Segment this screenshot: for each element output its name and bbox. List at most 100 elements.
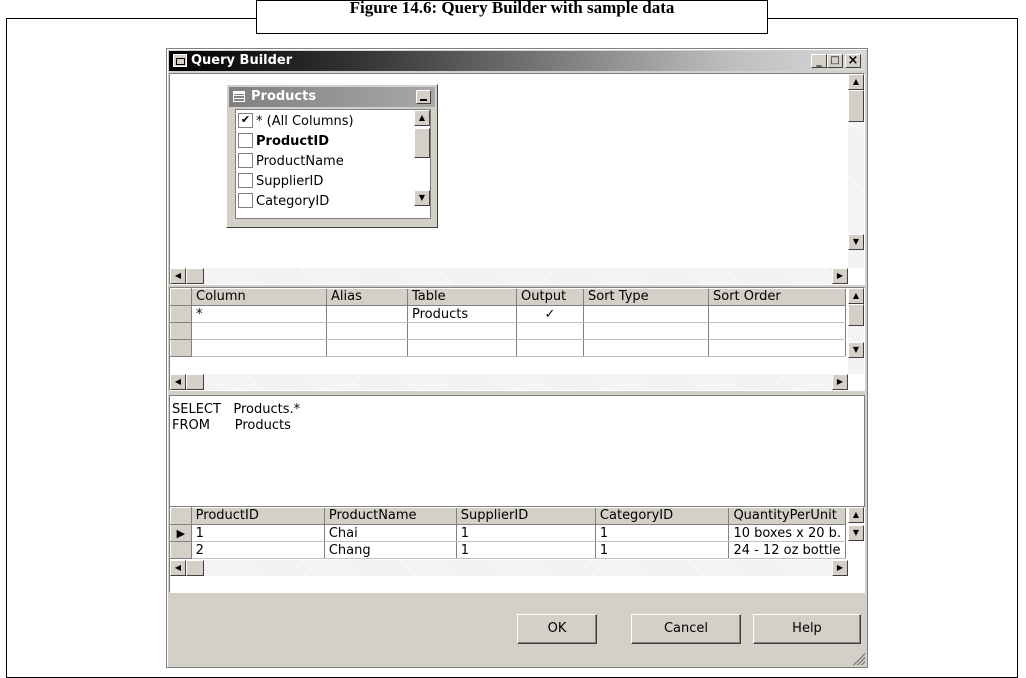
scroll-down-icon[interactable]: ▼ (848, 234, 864, 250)
column-header[interactable]: SupplierID (456, 507, 596, 525)
table-row[interactable] (170, 339, 846, 357)
cancel-button[interactable]: Cancel (631, 614, 741, 644)
column-item-productid[interactable]: ProductID (238, 132, 329, 152)
table-row[interactable] (170, 322, 846, 340)
grid-cell[interactable]: Products (407, 305, 517, 323)
table-row[interactable]: 2 Chang 1 1 24 - 12 oz bottle (170, 541, 846, 559)
table-box-header[interactable]: Products (229, 87, 435, 107)
criteria-pane[interactable]: Column Alias Table Output Sort Type Sort… (169, 287, 865, 391)
table-row[interactable]: * Products ✓ (170, 305, 846, 323)
scroll-up-icon[interactable]: ▲ (848, 74, 864, 90)
scroll-thumb[interactable] (848, 304, 864, 326)
scroll-up-icon[interactable]: ▲ (848, 507, 864, 523)
sql-pane[interactable]: SELECT Products.* FROM Products (169, 395, 865, 507)
grid-cell[interactable] (407, 339, 517, 357)
grid-cell[interactable]: 2 (191, 541, 325, 559)
checkbox-icon[interactable] (238, 173, 253, 188)
column-header[interactable]: Table (407, 288, 517, 306)
criteria-vscroll[interactable]: ▲ ▼ (848, 288, 864, 374)
grid-cell[interactable] (583, 339, 709, 357)
column-item-categoryid[interactable]: CategoryID (238, 192, 329, 212)
scroll-up-icon[interactable]: ▲ (848, 288, 864, 304)
collapse-table-button[interactable] (416, 90, 431, 104)
resize-grip-icon[interactable] (853, 653, 865, 665)
grid-cell[interactable]: 24 - 12 oz bottle (728, 541, 846, 559)
grid-cell[interactable] (326, 339, 408, 357)
row-header[interactable] (170, 322, 192, 340)
minimize-button[interactable]: _ (811, 54, 827, 68)
scroll-down-icon[interactable]: ▼ (848, 342, 864, 358)
column-item-productname[interactable]: ProductName (238, 152, 344, 172)
results-grid[interactable]: ProductID ProductName SupplierID Categor… (170, 507, 846, 559)
help-button[interactable]: Help (753, 614, 861, 644)
scroll-left-icon[interactable]: ◀ (170, 374, 186, 390)
scroll-thumb[interactable] (414, 128, 430, 158)
grid-cell[interactable] (326, 305, 408, 323)
diagram-hscroll[interactable]: ◀ ▶ (170, 268, 848, 284)
scroll-up-icon[interactable]: ▲ (414, 110, 430, 126)
grid-cell[interactable]: 1 (456, 541, 596, 559)
grid-cell[interactable]: Chang (324, 541, 457, 559)
column-header[interactable]: Alias (326, 288, 408, 306)
results-vscroll[interactable]: ▲ ▼ (848, 507, 864, 575)
grid-cell[interactable] (516, 322, 584, 340)
criteria-grid[interactable]: Column Alias Table Output Sort Type Sort… (170, 288, 846, 357)
row-header[interactable] (170, 541, 192, 559)
maximize-button[interactable]: □ (827, 54, 843, 68)
grid-cell[interactable]: 10 boxes x 20 b. (728, 524, 846, 542)
grid-cell[interactable] (326, 322, 408, 340)
close-button[interactable]: × (845, 54, 861, 68)
checkbox-icon[interactable] (238, 133, 253, 148)
column-header[interactable]: Output (516, 288, 584, 306)
criteria-hscroll[interactable]: ◀ ▶ (170, 374, 848, 390)
scroll-thumb[interactable] (186, 268, 204, 284)
column-header[interactable]: CategoryID (595, 507, 730, 525)
output-checkbox[interactable]: ✓ (516, 305, 584, 323)
scroll-left-icon[interactable]: ◀ (170, 560, 186, 576)
grid-cell[interactable]: 1 (595, 524, 730, 542)
scroll-thumb[interactable] (186, 560, 204, 576)
grid-cell[interactable] (516, 339, 584, 357)
diagram-pane[interactable]: Products ✔ * (All Columns) ProductID Prod… (169, 73, 865, 285)
scroll-down-icon[interactable]: ▼ (414, 190, 430, 206)
products-table-box[interactable]: Products ✔ * (All Columns) ProductID Prod… (226, 84, 438, 228)
grid-cell[interactable]: 1 (595, 541, 730, 559)
diagram-vscroll[interactable]: ▲ ▼ (848, 74, 864, 268)
grid-cell[interactable] (407, 322, 517, 340)
column-item-supplierid[interactable]: SupplierID (238, 172, 323, 192)
column-header[interactable]: QuantityPerUnit (728, 507, 846, 525)
column-list-scrollbar[interactable]: ▲ ▼ (414, 110, 430, 218)
grid-cell[interactable] (191, 339, 327, 357)
column-header[interactable]: ProductName (324, 507, 457, 525)
column-header[interactable]: ProductID (191, 507, 325, 525)
checkbox-icon[interactable] (238, 193, 253, 208)
results-hscroll[interactable]: ◀ ▶ (170, 560, 848, 576)
column-list[interactable]: ✔ * (All Columns) ProductID ProductName S… (235, 109, 431, 219)
scroll-right-icon[interactable]: ▶ (832, 560, 848, 576)
row-header[interactable] (170, 339, 192, 357)
column-header[interactable]: Sort Type (583, 288, 709, 306)
checkbox-icon[interactable]: ✔ (238, 113, 253, 128)
checkbox-icon[interactable] (238, 153, 253, 168)
column-header[interactable]: Sort Order (708, 288, 846, 306)
column-header[interactable]: Column (191, 288, 327, 306)
scroll-down-icon[interactable]: ▼ (848, 525, 864, 541)
grid-cell[interactable] (583, 322, 709, 340)
scroll-right-icon[interactable]: ▶ (832, 268, 848, 284)
row-pointer-icon[interactable]: ▶ (170, 524, 192, 542)
results-pane[interactable]: ProductID ProductName SupplierID Categor… (169, 507, 865, 593)
table-row[interactable]: ▶ 1 Chai 1 1 10 boxes x 20 b. (170, 524, 846, 542)
scroll-left-icon[interactable]: ◀ (170, 268, 186, 284)
grid-cell[interactable] (583, 305, 709, 323)
scroll-thumb[interactable] (848, 90, 864, 122)
scroll-right-icon[interactable]: ▶ (832, 374, 848, 390)
ok-button[interactable]: OK (517, 614, 597, 644)
title-bar[interactable]: Query Builder _ □ × (169, 51, 865, 71)
grid-cell[interactable] (191, 322, 327, 340)
grid-cell[interactable]: 1 (456, 524, 596, 542)
grid-cell[interactable] (708, 322, 846, 340)
grid-cell[interactable]: * (191, 305, 327, 323)
grid-cell[interactable] (708, 305, 846, 323)
grid-cell[interactable]: Chai (324, 524, 457, 542)
column-item-all[interactable]: ✔ * (All Columns) (238, 112, 354, 132)
